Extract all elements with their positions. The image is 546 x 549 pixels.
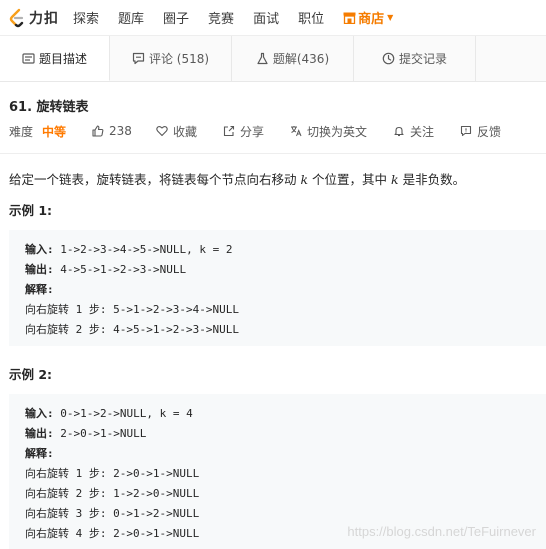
watermark: https://blog.csdn.net/TeFuirnever (347, 524, 536, 539)
favorite-label: 收藏 (172, 124, 197, 139)
like-count: 238 (109, 124, 132, 138)
tab-description-label: 题目描述 (38, 51, 87, 66)
switch-language-button[interactable]: 切换为英文 (290, 123, 367, 140)
example-2-step-2: 向右旋转 2 步: 1->2->0->NULL (25, 487, 200, 500)
example-2-output-line: 输出: 2->0->1->NULL (25, 427, 147, 440)
follow-label: 关注 (409, 124, 434, 139)
nav-contest[interactable]: 竞赛 (208, 8, 234, 27)
example-1-input-line: 输入: 1->2->3->4->5->NULL, k = 2 (25, 243, 233, 256)
example-2-input-line: 输入: 0->1->2->NULL, k = 4 (25, 407, 193, 420)
desc-text-1: 给定一个链表，旋转链表，将链表每个节点向右移动 (9, 172, 301, 187)
top-nav: 力扣 探索 题库 圈子 竞赛 面试 职位 商店 ▼ (0, 0, 546, 36)
share-icon (223, 125, 235, 137)
example-1-step-2: 向右旋转 2 步: 4->5->1->2->3->NULL (25, 323, 239, 336)
input-label: 输入 (25, 407, 47, 420)
desc-text-2: 个位置，其中 (308, 172, 392, 187)
difficulty-label: 难度 (9, 124, 34, 139)
divider (0, 153, 546, 154)
input-label: 输入 (25, 243, 47, 256)
favorite-button[interactable]: 收藏 (156, 123, 197, 140)
logo[interactable]: 力扣 (8, 8, 59, 28)
tab-solutions-label: 题解(436) (272, 52, 330, 66)
nav-problems[interactable]: 题库 (118, 8, 144, 27)
translate-icon (290, 126, 302, 137)
tab-solutions[interactable]: 题解(436) (232, 36, 354, 81)
switch-language-label: 切换为英文 (306, 124, 367, 139)
difficulty: 难度 中等 (9, 123, 66, 140)
problem-tabs: 题目描述 评论 (518) 题解(436) 提交记录 (0, 36, 546, 82)
output-label: 输出 (25, 427, 47, 440)
example-1-code: 输入: 1->2->3->4->5->NULL, k = 2 输出: 4->5-… (9, 230, 546, 346)
example-2-title: 示例 2: (9, 367, 53, 382)
nav-store[interactable]: 商店 ▼ (343, 8, 393, 27)
desc-var-k-1: k (300, 172, 309, 187)
example-2-output: 2->0->1->NULL (60, 427, 147, 440)
example-1-title: 示例 1: (9, 203, 53, 218)
explain-label: 解释 (25, 447, 47, 460)
tab-comments[interactable]: 评论 (518) (110, 36, 232, 81)
explain-label: 解释 (25, 283, 47, 296)
bell-icon (394, 126, 404, 137)
desc-text-3: 是非负数。 (398, 172, 466, 187)
logo-text: 力扣 (29, 10, 59, 27)
nav-explore[interactable]: 探索 (73, 8, 99, 27)
tab-submissions[interactable]: 提交记录 (354, 36, 476, 81)
nav-circle[interactable]: 圈子 (163, 8, 189, 27)
comment-icon (132, 52, 145, 65)
share-label: 分享 (239, 124, 264, 139)
caret-down-icon: ▼ (387, 13, 394, 22)
example-2-step-1: 向右旋转 1 步: 2->0->1->NULL (25, 467, 200, 480)
feedback-button[interactable]: 反馈 (460, 123, 501, 140)
tab-comments-label: 评论 (518) (148, 52, 210, 66)
store-icon (343, 12, 356, 24)
example-1-output-line: 输出: 4->5->1->2->3->NULL (25, 263, 187, 276)
tab-submissions-label: 提交记录 (398, 52, 447, 66)
nav-interview[interactable]: 面试 (253, 8, 279, 27)
flask-icon (257, 52, 268, 65)
output-label: 输出 (25, 263, 47, 276)
description-icon (22, 52, 35, 64)
example-2-input: 0->1->2->NULL, k = 4 (60, 407, 193, 420)
feedback-label: 反馈 (477, 124, 502, 139)
problem-description: 给定一个链表，旋转链表，将链表每个节点向右移动 k 个位置，其中 k 是非负数。 (9, 169, 465, 188)
example-1-output: 4->5->1->2->3->NULL (60, 263, 187, 276)
clock-icon (382, 52, 395, 65)
example-2-explain-line: 解释: (25, 447, 54, 460)
example-1-input: 1->2->3->4->5->NULL, k = 2 (60, 243, 233, 256)
nav-store-label: 商店 (358, 12, 385, 27)
heart-icon (156, 126, 168, 137)
example-2-step-3: 向右旋转 3 步: 0->1->2->NULL (25, 507, 200, 520)
difficulty-value: 中等 (42, 124, 67, 139)
feedback-icon (460, 125, 472, 137)
like-button[interactable]: 238 (92, 124, 132, 138)
nav-jobs[interactable]: 职位 (298, 8, 324, 27)
problem-meta: 难度 中等 238 收藏 分享 切换为英文 关注 反馈 (9, 122, 501, 140)
thumbs-up-icon (92, 125, 104, 137)
follow-button[interactable]: 关注 (393, 123, 434, 140)
desc-var-k-2: k (391, 172, 399, 187)
leetcode-logo-icon (9, 8, 24, 27)
share-button[interactable]: 分享 (223, 123, 264, 140)
problem-title: 61. 旋转链表 (9, 100, 89, 115)
tab-description[interactable]: 题目描述 (0, 36, 110, 81)
example-1-explain-line: 解释: (25, 283, 54, 296)
example-1-step-1: 向右旋转 1 步: 5->1->2->3->4->NULL (25, 303, 239, 316)
